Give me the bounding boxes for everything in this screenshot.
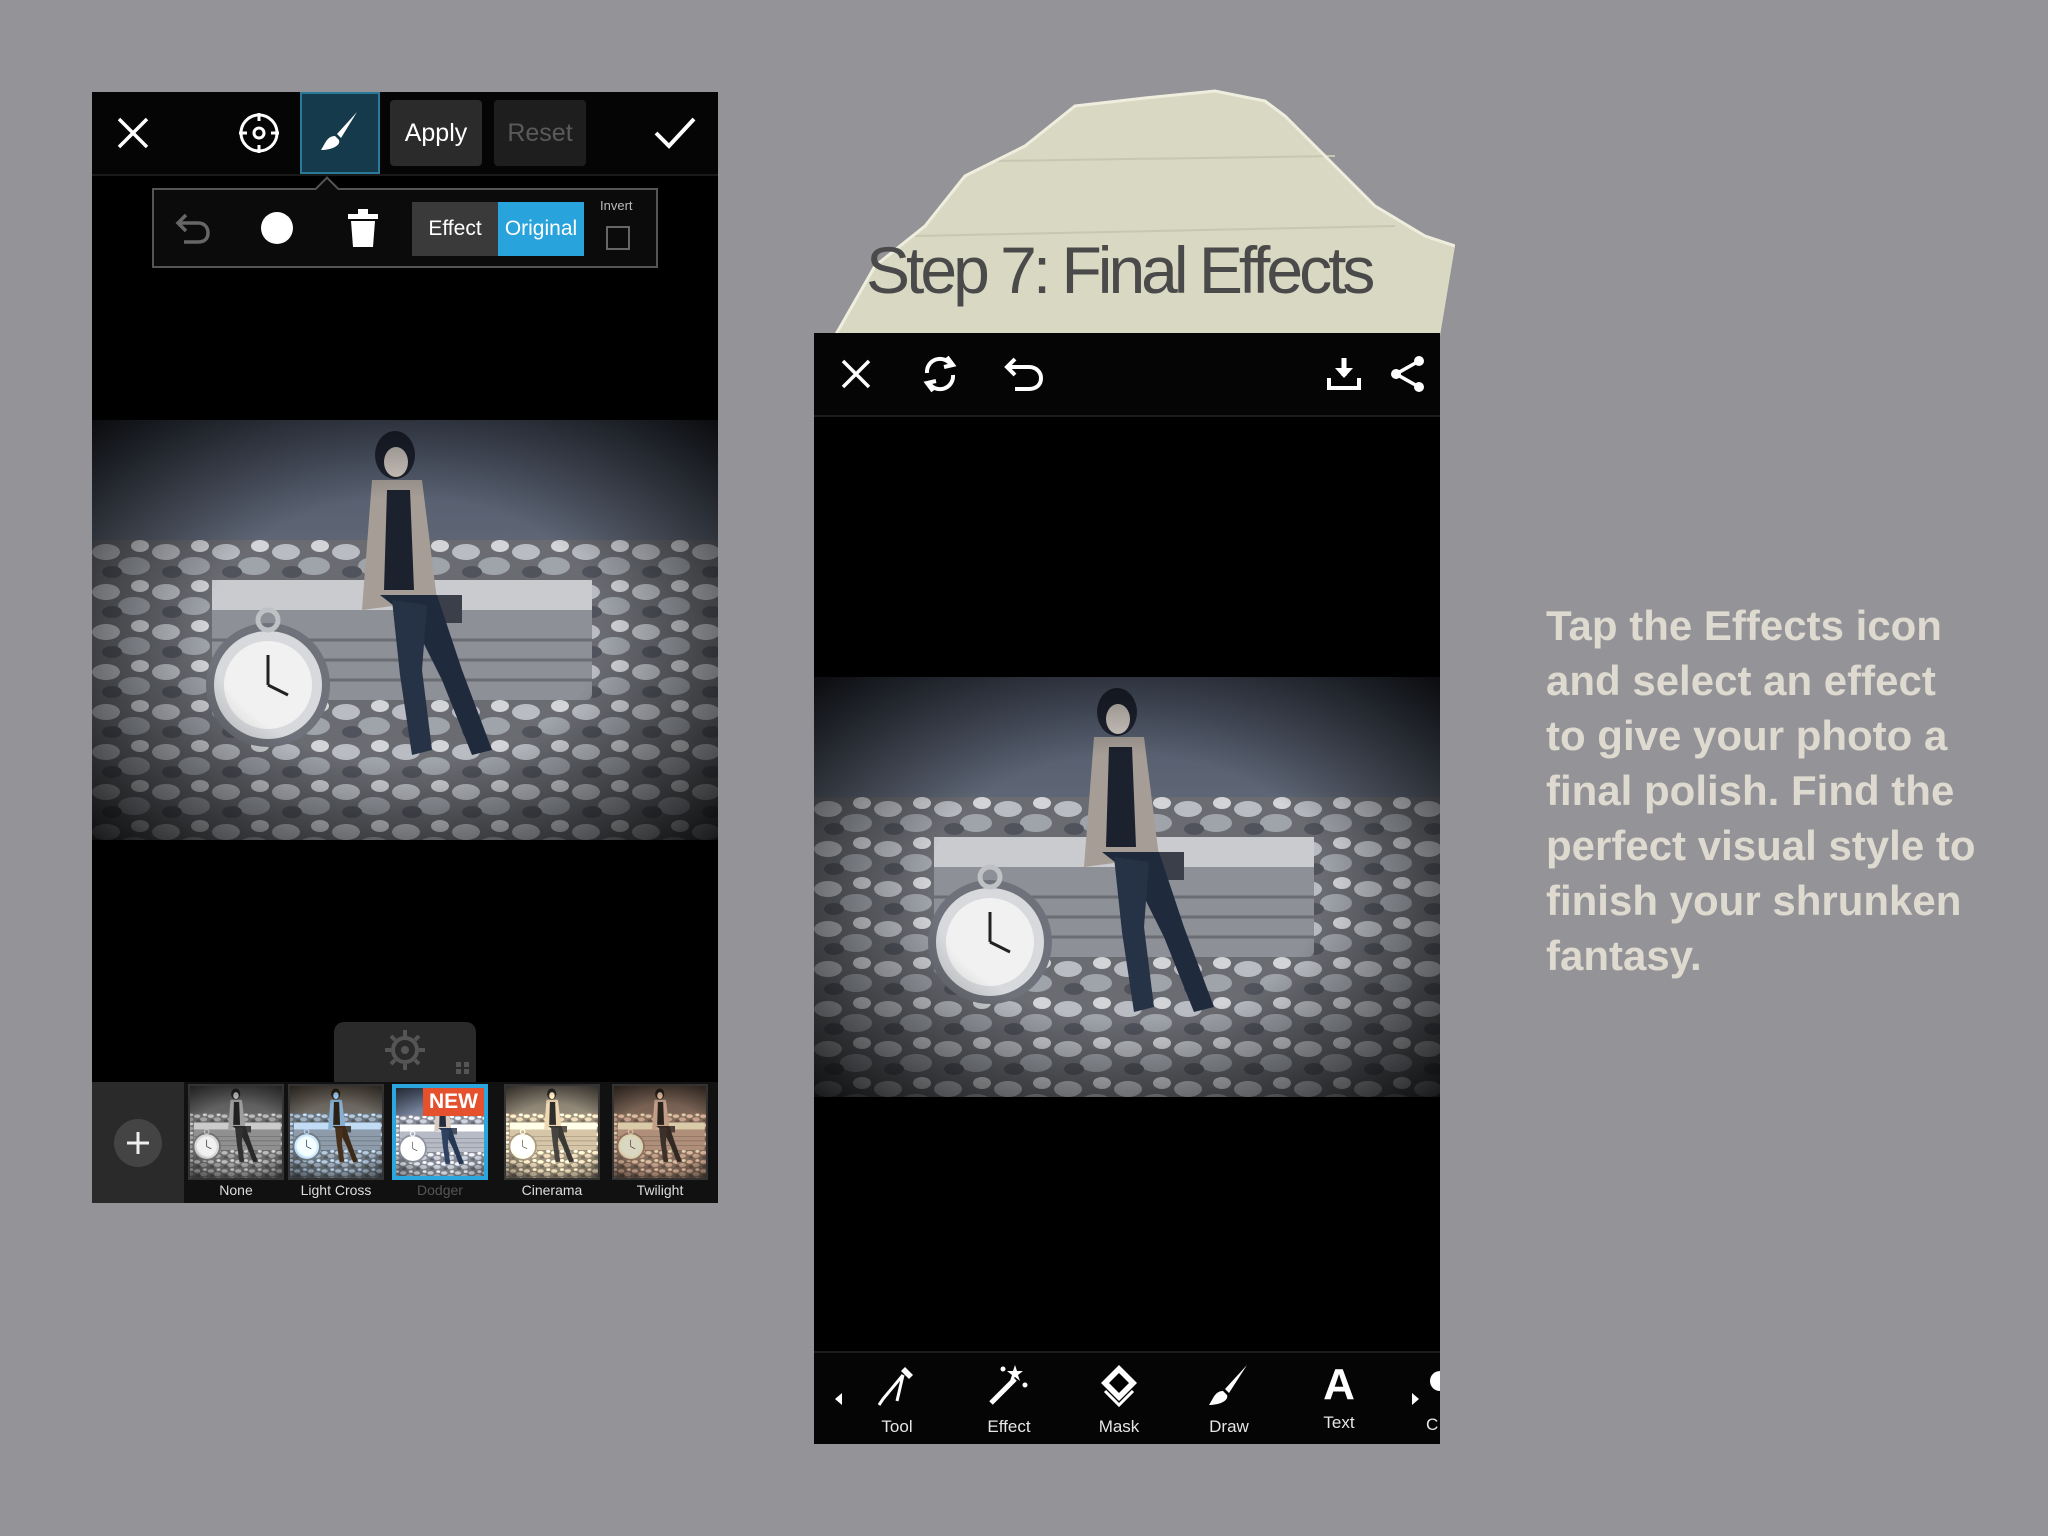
panel-caret (314, 176, 340, 202)
tool-tab-text[interactable]: A Text (1294, 1363, 1384, 1433)
add-filter-button[interactable] (92, 1082, 184, 1203)
brush-size-icon[interactable] (252, 190, 302, 266)
refresh-icon[interactable] (898, 333, 982, 415)
description-text: Tap the Effects icon and select an effec… (1546, 602, 1976, 979)
brush-icon (1207, 1363, 1251, 1411)
filter-label: Twilight (636, 1182, 684, 1198)
filter-thumb-cinerama[interactable] (504, 1084, 600, 1180)
undo-icon[interactable] (168, 190, 218, 266)
effect-toggle[interactable]: Effect (412, 202, 498, 256)
filter-label: Cinerama (521, 1182, 583, 1198)
text-icon: A (1323, 1360, 1355, 1409)
filter-label: Light Cross (300, 1182, 372, 1198)
top-toolbar: Apply Reset (92, 92, 718, 176)
trash-icon[interactable] (338, 190, 388, 266)
undo-icon[interactable] (982, 333, 1066, 415)
tool-tab-tool[interactable]: Tool (852, 1363, 942, 1437)
tool-label: Effect (987, 1417, 1031, 1436)
tool-tab-effect[interactable]: Effect (964, 1363, 1054, 1437)
crosshair-icon[interactable] (218, 92, 300, 174)
check-icon[interactable] (632, 92, 718, 174)
filter-thumb-twilight[interactable] (612, 1084, 708, 1180)
photo-canvas[interactable] (92, 420, 718, 840)
filter-label: Dodger (417, 1182, 463, 1198)
close-icon[interactable] (814, 333, 898, 415)
filter-thumb-none[interactable] (188, 1084, 284, 1180)
scroll-right-icon[interactable] (1410, 1391, 1420, 1410)
invert-checkbox[interactable] (606, 226, 630, 250)
filter-thumb-light-cross[interactable] (288, 1084, 384, 1180)
settings-tab[interactable] (334, 1022, 476, 1082)
compass-tool-icon (875, 1363, 919, 1411)
left-phone-screen: Apply Reset Effect Original Invert None … (92, 92, 718, 1203)
right-phone-screen: Tool Effect Mask Draw A Text C (814, 333, 1440, 1444)
filter-thumb-dodger[interactable]: NEW (392, 1084, 488, 1180)
gear-icon (383, 1028, 427, 1076)
apply-button[interactable]: Apply (390, 100, 482, 166)
scroll-left-icon[interactable] (834, 1391, 844, 1410)
brush-button[interactable] (300, 92, 380, 174)
original-toggle[interactable]: Original (498, 202, 584, 256)
tool-tab-draw[interactable]: Draw (1184, 1363, 1274, 1437)
tool-tab-mask[interactable]: Mask (1074, 1363, 1164, 1437)
grip-icon (456, 1059, 470, 1078)
close-icon[interactable] (92, 92, 174, 174)
brush-options-panel: Effect Original Invert (152, 176, 658, 268)
mask-icon (1097, 1363, 1141, 1411)
magic-wand-icon (987, 1363, 1031, 1411)
photo-canvas[interactable] (814, 677, 1440, 1097)
brush-icon (317, 108, 363, 158)
tool-label: Text (1323, 1413, 1355, 1432)
partial-tool-icon (1426, 1367, 1440, 1401)
reset-button[interactable]: Reset (494, 100, 586, 166)
filter-label: None (219, 1182, 253, 1198)
invert-label: Invert (600, 198, 633, 213)
partial-tool-label: C (1426, 1415, 1439, 1434)
download-icon[interactable] (1312, 333, 1376, 415)
top-toolbar (814, 333, 1440, 417)
filter-strip: None Light Cross NEW Dodger Cinerama Twi… (92, 1082, 718, 1203)
bottom-toolbar: Tool Effect Mask Draw A Text C (814, 1351, 1440, 1444)
plus-icon (114, 1118, 162, 1167)
share-icon[interactable] (1376, 333, 1440, 415)
tool-label: Mask (1098, 1417, 1140, 1436)
tool-label: Draw (1209, 1417, 1249, 1436)
page-title: Step 7: Final Effects (866, 233, 1375, 307)
new-badge: NEW (423, 1088, 484, 1116)
tool-label: Tool (881, 1417, 913, 1436)
